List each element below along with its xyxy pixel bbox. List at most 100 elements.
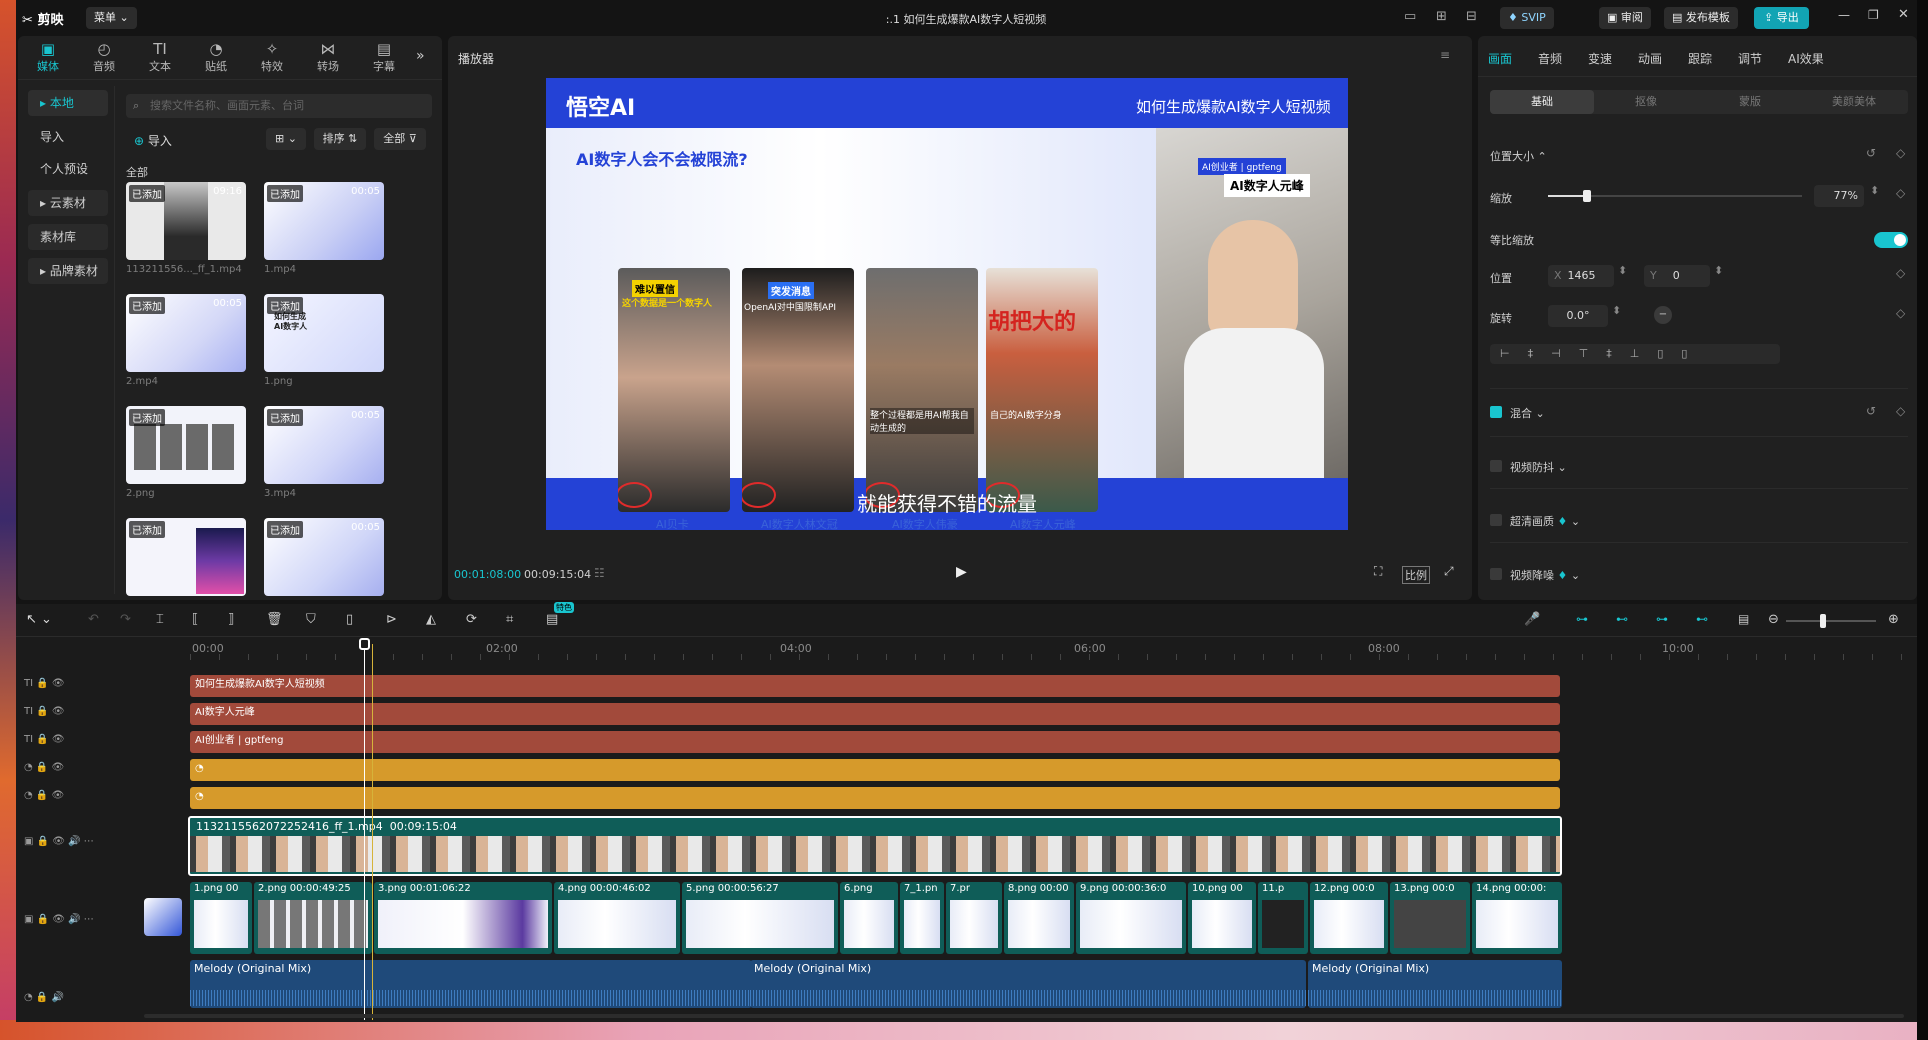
player-menu-icon[interactable]: ≡ [1440,48,1450,62]
image-clip[interactable]: 4.png 00:00:46:02 [554,882,680,954]
image-clip[interactable]: 2.png 00:00:49:25 [254,882,372,954]
play-icon[interactable]: ▶ [956,564,967,580]
split-right-icon[interactable]: ⟧ [228,612,234,627]
split-icon[interactable]: ⌶ [156,612,164,627]
tab-ai-effects[interactable]: AI效果 [1788,50,1824,67]
media-item[interactable]: 已添加 00:05 [264,406,384,484]
preview-axis-icon[interactable]: ⊷ [1696,612,1708,626]
close-icon[interactable]: ✕ [1898,7,1909,22]
audio-clip[interactable]: Melody (Original Mix) [750,960,1306,1008]
layout-icon[interactable]: ▭ [1404,9,1416,24]
sidebar-item-library[interactable]: 素材库 [28,224,108,250]
stepper-icon[interactable]: ⬍ [1870,184,1879,197]
hd-checkbox[interactable] [1490,514,1502,526]
align-toolbar[interactable]: ⊢‡⊣⊤‡⊥▯▯ [1490,344,1780,364]
zoom-out-icon[interactable]: ⊖ [1768,612,1779,627]
tab-audio[interactable]: ◴ 音频 [76,40,132,74]
reset-icon[interactable]: ↺ [1866,404,1876,418]
audio-clip[interactable]: Melody (Original Mix) [190,960,752,1008]
text-clip[interactable]: AI数字人元峰 [190,703,1560,725]
auto-snap-icon[interactable]: ⊷ [1616,612,1628,626]
video-clip[interactable]: 1132115562072252416_ff_1.mp4 00:09:15:04 [188,816,1562,876]
tab-speed[interactable]: 变速 [1588,50,1612,67]
ai-feature-icon[interactable]: ▤ [546,612,558,627]
scale-slider[interactable] [1548,190,1802,202]
subtab-beauty[interactable]: 美颜美体 [1802,90,1906,114]
tab-transitions[interactable]: ⋈ 转场 [300,40,356,74]
sticker-clip[interactable]: ◔ [190,787,1560,809]
keyframe-icon[interactable]: ◇ [1896,404,1905,418]
media-item[interactable]: 已添加 09:16 [126,182,246,260]
reverse-icon[interactable]: ⊳ [386,612,397,627]
position-y-field[interactable]: Y0 [1644,265,1710,287]
reset-icon[interactable]: ↺ [1866,146,1876,160]
menu-button[interactable]: 菜单 ⌄ [86,7,137,29]
ratio-button[interactable]: 比例 [1402,566,1430,584]
image-clip[interactable]: 12.png 00:0 [1310,882,1388,954]
microphone-icon[interactable]: 🎤 [1524,612,1540,627]
image-clip[interactable]: 5.png 00:00:56:27 [682,882,838,954]
layout-switch-icon[interactable]: ⊟ [1466,9,1477,24]
crop-icon[interactable]: ⌗ [506,612,513,627]
text-clip[interactable]: AI创业者 | gptfeng [190,731,1560,753]
grid-view-icon[interactable]: ⊞ [1436,9,1447,24]
keyframe-icon[interactable]: ◇ [1896,146,1905,160]
image-clip[interactable]: 6.png [840,882,898,954]
tab-captions[interactable]: ▤ 字幕 [356,40,412,74]
image-clip[interactable]: 3.png 00:01:06:22 [374,882,552,954]
more-tabs-icon[interactable]: » [416,48,425,64]
sidebar-item-brand[interactable]: ▸ 品牌素材 [28,258,108,284]
maximize-icon[interactable]: ❐ [1868,8,1879,22]
timeline-scrollbar[interactable] [144,1014,1904,1018]
sidebar-item-local[interactable]: ▸ 本地 [28,90,108,116]
denoise-checkbox[interactable] [1490,568,1502,580]
playhead[interactable] [364,640,365,1020]
tab-effects[interactable]: ✧ 特效 [244,40,300,74]
mirror-icon[interactable]: ◭ [426,612,436,627]
fullscreen-icon[interactable]: ⤢ [1444,564,1454,579]
export-button[interactable]: ⇪ 导出 [1754,7,1809,29]
view-mode-button[interactable]: ⊞ ⌄ [266,128,306,150]
audio-clip[interactable]: Melody (Original Mix) [1308,960,1562,1008]
media-item[interactable]: 已添加 00:05 [264,518,384,596]
image-clip[interactable]: 9.png 00:00:36:0 [1076,882,1186,954]
media-item[interactable]: 如何生成 AI数字人 已添加 [264,294,384,372]
sidebar-item-presets[interactable]: 个人预设 [28,156,108,182]
keyframe-icon[interactable]: ◇ [1896,186,1905,200]
subtab-mask[interactable]: 蒙版 [1698,90,1802,114]
image-clip[interactable]: 13.png 00:0 [1390,882,1470,954]
tab-tracking[interactable]: 跟踪 [1688,50,1712,67]
caption-icon[interactable]: ▤ [1738,612,1749,626]
sidebar-item-cloud[interactable]: ▸ 云素材 [28,190,108,216]
image-clip[interactable]: 7_1.pn [900,882,944,954]
rotate-icon[interactable]: ⟳ [466,612,477,627]
publish-template-button[interactable]: ▤ 发布模板 [1664,7,1738,29]
media-item[interactable]: 已添加 00:05 [126,294,246,372]
sticker-clip[interactable]: ◔ [190,759,1560,781]
review-button[interactable]: ▣ 审阅 [1599,7,1651,29]
rotate-dial-icon[interactable]: − [1654,306,1672,324]
blend-checkbox[interactable] [1490,406,1502,418]
image-clip[interactable]: 1.png 00 [190,882,252,954]
tab-adjust[interactable]: 调节 [1738,50,1762,67]
image-clip[interactable]: 7.pr [946,882,1002,954]
image-clip[interactable]: 14.png 00:00: [1472,882,1562,954]
select-tool-icon[interactable]: ↖ ⌄ [26,612,52,627]
cover-thumbnail[interactable] [144,898,182,936]
media-item[interactable]: 已添加 [126,406,246,484]
rotate-field[interactable]: 0.0° [1548,305,1608,327]
sidebar-item-import[interactable]: 导入 [28,124,108,150]
zoom-in-icon[interactable]: ⊕ [1888,612,1899,627]
subtab-basic[interactable]: 基础 [1490,90,1594,114]
image-clip[interactable]: 11.p [1258,882,1308,954]
tab-picture[interactable]: 画面 [1488,50,1512,67]
link-icon[interactable]: ⊶ [1656,612,1668,626]
tab-media[interactable]: ▣ 媒体 [20,40,76,74]
import-button[interactable]: ⊕ 导入 [134,132,172,149]
text-clip[interactable]: 如何生成爆款AI数字人短视频 [190,675,1560,697]
zoom-slider[interactable] [1786,614,1876,628]
stepper-icon[interactable]: ⬍ [1714,264,1723,277]
marker-icon[interactable]: ⛉ [306,612,316,627]
zoom-handle[interactable] [1820,614,1826,628]
position-x-field[interactable]: X 1465 [1548,265,1614,287]
